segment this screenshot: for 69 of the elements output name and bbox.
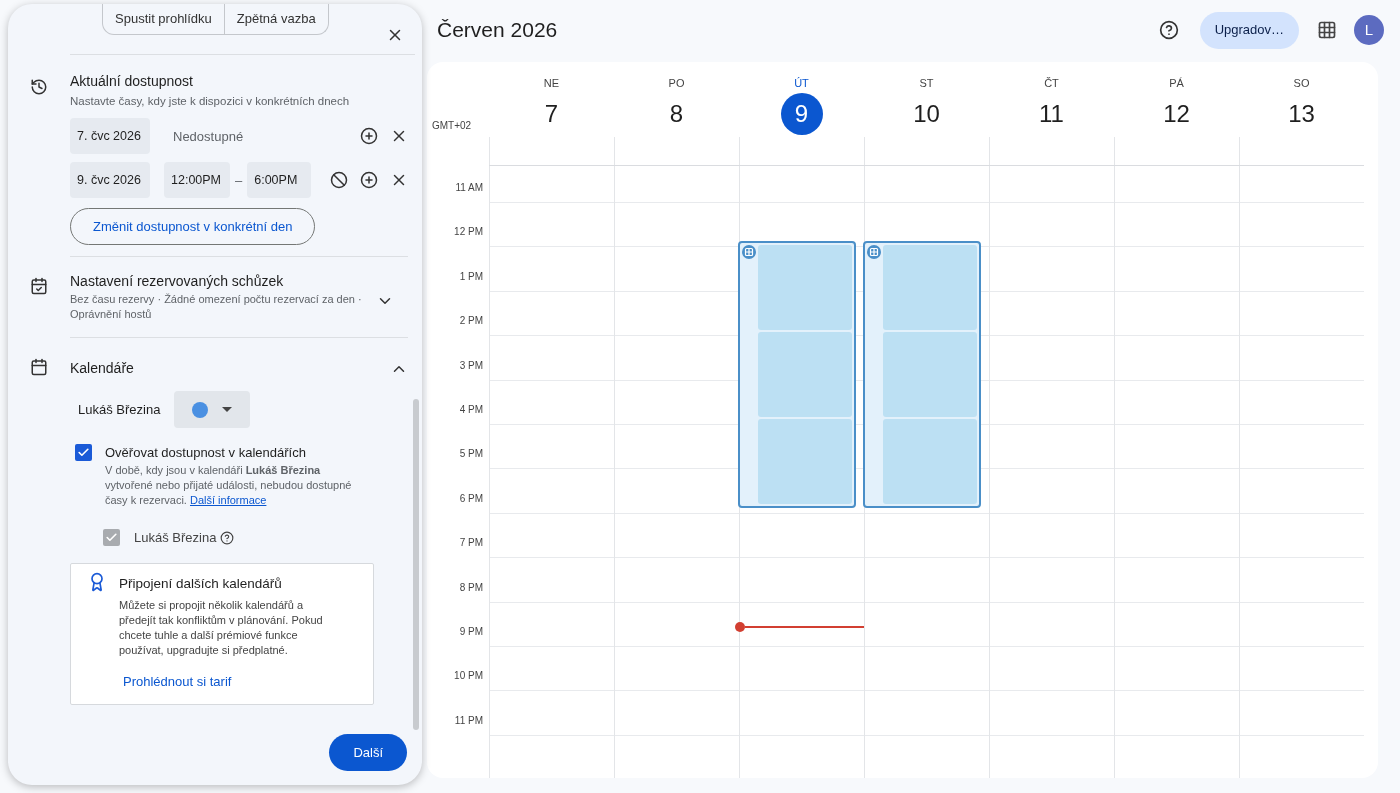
weekday-label: ÚT [794,76,809,91]
help-icon[interactable] [220,530,235,545]
start-time-field[interactable]: 12:00PM [164,162,230,199]
avatar[interactable]: L [1354,15,1384,45]
weekday-label: PO [668,76,685,91]
weekday-label: NE [543,76,560,91]
scrollbar[interactable] [413,399,419,730]
section-subtitle: Nastavte časy, kdy jste k dispozici v konkrétních dnech [70,94,351,109]
hour-label: 10 PM [454,669,483,684]
hour-label: 2 PM [459,314,483,328]
grid-badge-icon [742,245,756,260]
next-button[interactable]: Další [329,734,407,771]
date-number[interactable]: 9 [780,92,823,135]
hour-label: 7 PM [459,535,483,550]
booking-summary: Bez času rezervy · Žádné omezení počtu rezervací za den · Oprávnění hostů [70,292,363,323]
add-icon[interactable] [360,171,378,190]
weekday-label: ST [919,76,934,91]
hour-label: 12 PM [454,225,483,240]
caret-icon [222,407,232,413]
hour-label: 5 PM [459,447,483,462]
check-icon [105,531,118,544]
date-number[interactable]: 11 [1030,92,1073,135]
unavailable-status: Nedostupné [173,127,245,146]
checkbox-description: V době, kdy jsou v kalendáři Lukáš Březina vytvořené nebo přijaté události, nebudou dostupné časy k rezervaci. Další informace [105,462,353,508]
calendar-label: Lukáš Březina [134,528,217,547]
checkbox[interactable] [75,444,92,462]
checkbox-label: Ověřovat dostupnost v kalendářích [105,444,307,463]
section-title: Kalendáře [70,359,134,379]
date-number[interactable]: 7 [530,92,573,135]
add-icon[interactable] [360,127,378,146]
date-number[interactable]: 10 [905,92,948,135]
section-title: Nastavení rezervovaných schůzek [70,272,285,292]
hour-label: 4 PM [459,402,483,417]
time-separator: – [235,171,243,190]
end-time-field[interactable]: 6:00PM [247,162,312,199]
help-icon[interactable] [1158,20,1179,40]
weekday-label: ČT [1044,76,1059,91]
weekday-label: SO [1293,76,1310,91]
date-field[interactable]: 9. čvc 2026 [70,162,150,199]
date-field[interactable]: 7. čvc 2026 [70,118,150,155]
section-title: Aktuální dostupnost [70,72,194,91]
hour-label: 11 PM [454,713,483,728]
weekday-label: PÁ [1169,76,1184,91]
date-number[interactable]: 8 [655,92,698,135]
hour-label: 6 PM [459,491,483,506]
block-icon[interactable] [330,171,348,190]
calendar-owner: Lukáš Březina [78,401,162,419]
hour-label: 3 PM [459,358,483,373]
more-info-link[interactable]: Další informace [190,493,267,506]
upsell-title: Připojení dalších kalendářů [119,575,283,594]
hour-label: 1 PM [459,269,483,284]
hour-label: 8 PM [459,580,483,595]
top-tab[interactable]: Zpětná vazba [223,4,328,34]
view-plan-link[interactable]: Prohlédnout si tarif [123,671,334,691]
calendar-check-icon [30,277,48,296]
date-number[interactable]: 12 [1155,92,1198,135]
date-number[interactable]: 13 [1280,92,1323,135]
hour-label: 9 PM [459,624,483,639]
calendar-icon [30,358,48,377]
hour-label: 11 AM [455,180,483,195]
upgrade-button[interactable]: Upgradov… [1199,11,1299,49]
clock-history-icon [30,78,48,96]
apps-icon[interactable] [1317,20,1337,40]
timezone-label: GMT+02 [432,119,472,133]
month-title: Červen 2026 [437,17,559,44]
color-dropdown[interactable] [174,391,250,429]
upsell-body: Můžete si propojit několik kalendářů a předejít tak konfliktům v plánování. Pokud chcete tuhle a další prémiové funkce používat, upgradujte si předplatné. [119,597,324,658]
grid-badge-icon [867,245,881,260]
top-tab[interactable]: Spustit prohlídku [103,4,224,34]
